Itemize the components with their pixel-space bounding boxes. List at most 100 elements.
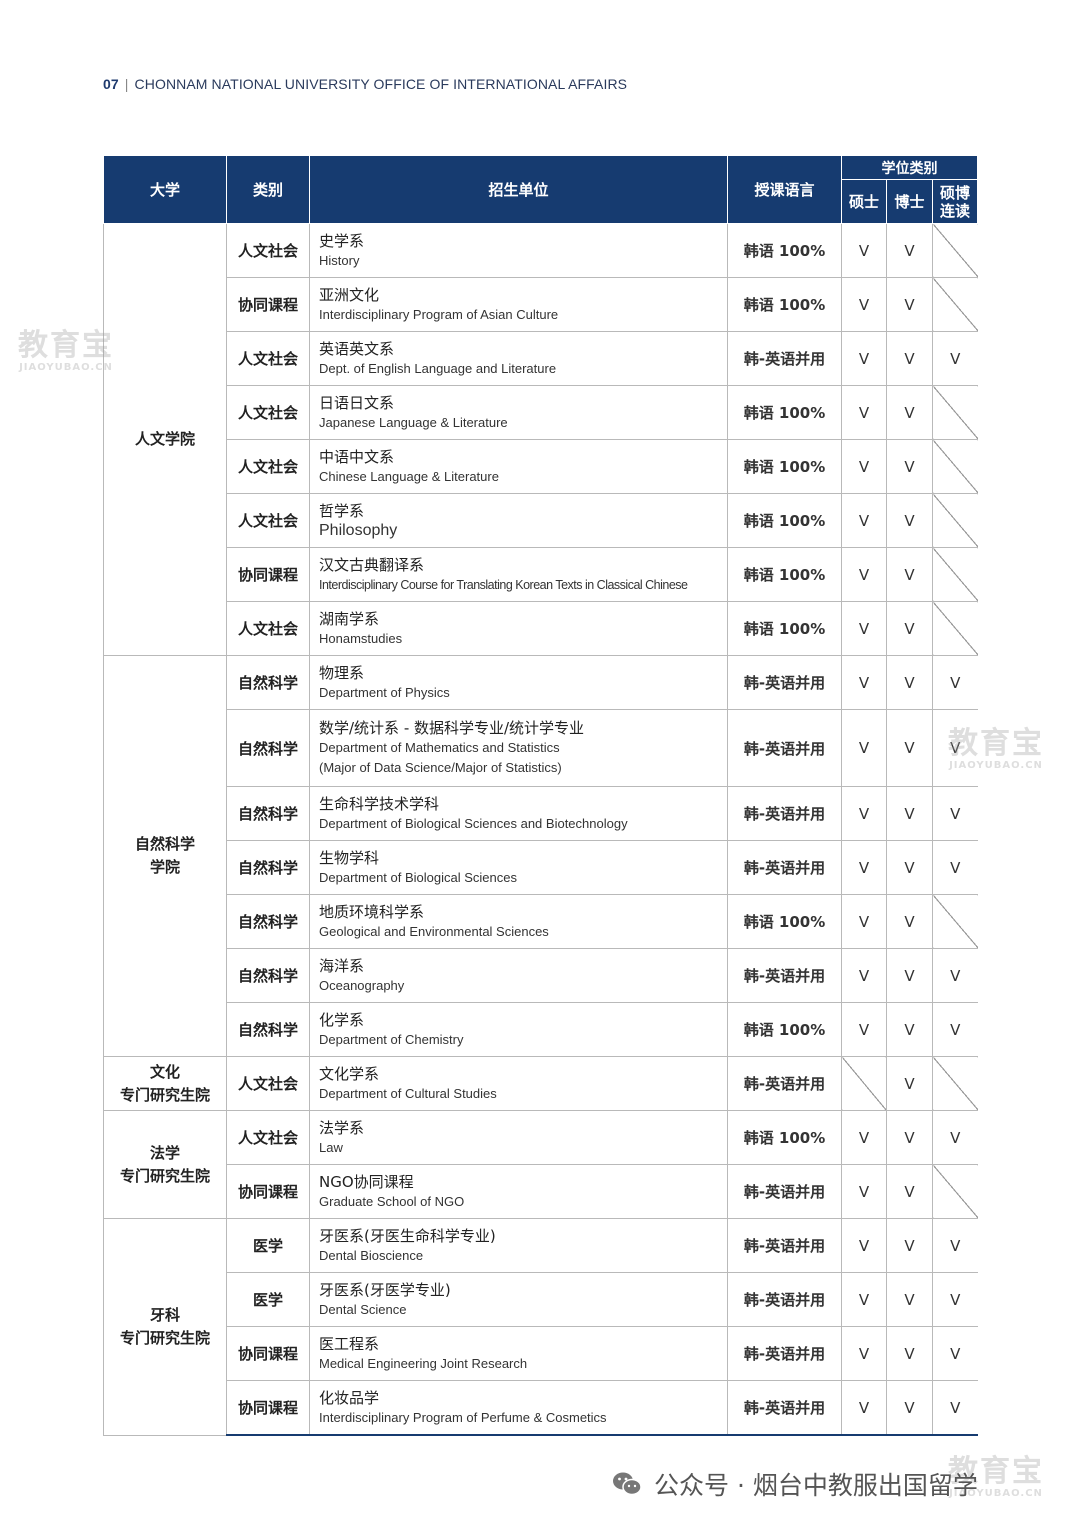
language-cell: 韩-英语并用: [727, 786, 842, 841]
table-row: 医学 牙医系(牙医学专业) Dental Science 韩-英语并用 V V V: [104, 1272, 978, 1327]
doctor-check: V: [886, 385, 933, 440]
unit-name-en: Law: [319, 1139, 343, 1155]
category-label: 人文社会: [226, 493, 310, 548]
combined-check: V: [932, 1218, 978, 1273]
category-label: 人文社会: [226, 223, 310, 278]
unit-cell: 中语中文系 Chinese Language & Literature: [309, 439, 728, 494]
unit-cell: 法学系 Law: [309, 1110, 728, 1165]
table-row: 牙科 专门研究生院 医学 牙医系(牙医生命科学专业) Dental Bioscienc…: [103, 1218, 978, 1436]
unit-cell: 汉文古典翻译系 Interdisciplinary Course for Tran…: [309, 547, 728, 602]
unit-cell: 亚洲文化 Interdisciplinary Program of Asian C…: [309, 277, 728, 332]
category-label: 人文社会: [226, 331, 310, 386]
unit-name-en: History: [319, 252, 360, 268]
table-row: 协同课程 医工程系 Medical Engineering Joint Resear…: [104, 1326, 978, 1381]
unit-name-cn: 英语英文系: [319, 339, 395, 358]
master-check: V: [841, 385, 887, 440]
unit-cell: 化学系 Department of Chemistry: [309, 1002, 728, 1057]
language-cell: 韩-英语并用: [727, 1218, 842, 1273]
table-row: 人文社会 日语日文系 Japanese Language & Literature 韩…: [104, 385, 978, 440]
unit-cell: 生命科学技术学科 Department of Biological Science…: [309, 786, 728, 841]
table-row: 人文社会 哲学系 Philosophy 韩语 100% V V: [104, 493, 978, 548]
university-name: 法学 专门研究生院: [103, 1110, 227, 1219]
language-cell: 韩-英语并用: [727, 1056, 842, 1111]
master-check: V: [841, 1002, 887, 1057]
watermark: 教育宝 JIAOYUBAO.CN: [18, 328, 114, 374]
unit-name-cn: 中语中文系: [319, 447, 395, 466]
unit-cell: 日语日文系 Japanese Language & Literature: [309, 385, 728, 440]
combined-check: [932, 547, 978, 602]
unit-name-cn: 日语日文系: [319, 393, 395, 412]
category-label: 协同课程: [226, 1326, 310, 1381]
unit-name-cn: 地质环境科学系: [319, 902, 425, 921]
table-row: 自然科学 生命科学技术学科 Department of Biological Sci…: [104, 786, 978, 841]
combined-check: V: [932, 948, 978, 1003]
unit-cell: 牙医系(牙医学专业) Dental Science: [309, 1272, 728, 1327]
table-row: 自然科学 地质环境科学系 Geological and Environmental …: [104, 894, 978, 949]
master-check: V: [841, 948, 887, 1003]
table-row: 自然科学 数学/统计系 - 数据科学专业/统计学专业 Department of M…: [104, 709, 978, 787]
header-unit: 招生单位: [309, 155, 728, 224]
page-header: 07 | CHONNAM NATIONAL UNIVERSITY OFFICE OF…: [103, 76, 627, 92]
master-check: V: [841, 223, 887, 278]
category-label: 自然科学: [226, 786, 310, 841]
unit-name-cn: 牙医系(牙医生命科学专业): [319, 1226, 496, 1245]
unit-name-en: Department of Biological Sciences: [319, 869, 517, 885]
combined-check: V: [932, 1002, 978, 1057]
unit-name-cn: NGO协同课程: [319, 1172, 414, 1191]
combined-check: V: [932, 655, 978, 710]
header-university: 大学: [103, 155, 227, 224]
unit-cell: 海洋系 Oceanography: [309, 948, 728, 1003]
table-row: 自然科学 学院 自然科学 物理系 Department of Physics 韩-英语并…: [103, 655, 978, 1057]
unit-name-en: Interdisciplinary Course for Translating…: [319, 577, 688, 592]
unit-name-cn: 医工程系: [319, 1334, 380, 1353]
master-check: V: [841, 1380, 887, 1436]
table-row: 人文社会 中语中文系 Chinese Language & Literature 韩语…: [104, 439, 978, 494]
table-row: 自然科学 海洋系 Oceanography 韩-英语并用 V V V: [104, 948, 978, 1003]
admissions-table: 大学 类别 招生单位 授课语言 学位类别 硕士 博士 硕博 连读 人文学院 人文社…: [103, 155, 978, 1436]
master-check: V: [841, 277, 887, 332]
table-row: 人文社会 英语英文系 Dept. of English Language and L…: [104, 331, 978, 386]
unit-cell: 牙医系(牙医生命科学专业) Dental Bioscience: [309, 1218, 728, 1273]
doctor-check: V: [886, 331, 933, 386]
combined-check: [932, 493, 978, 548]
category-label: 人文社会: [226, 1056, 310, 1111]
unit-cell: 生物学科 Department of Biological Sciences: [309, 840, 728, 895]
combined-check: [932, 894, 978, 949]
language-cell: 韩语 100%: [727, 277, 842, 332]
unit-name-en: Department of Biological Sciences and Bi…: [319, 815, 628, 831]
category-label: 协同课程: [226, 277, 310, 332]
unit-name-cn: 生物学科: [319, 848, 380, 867]
table-row: 协同课程 汉文古典翻译系 Interdisciplinary Course for …: [104, 547, 978, 602]
master-check: V: [841, 840, 887, 895]
combined-check: [932, 1056, 978, 1111]
doctor-check: V: [886, 1164, 933, 1219]
unit-name-cn: 物理系: [319, 663, 365, 682]
header-combined: 硕博 连读: [932, 179, 978, 224]
language-cell: 韩语 100%: [727, 493, 842, 548]
unit-name-cn: 哲学系: [319, 501, 365, 520]
language-cell: 韩语 100%: [727, 894, 842, 949]
language-cell: 韩-英语并用: [727, 331, 842, 386]
master-check: V: [841, 655, 887, 710]
unit-name-en: Dental Bioscience: [319, 1247, 424, 1263]
master-check: V: [841, 894, 887, 949]
header-title: CHONNAM NATIONAL UNIVERSITY OFFICE OF IN…: [134, 76, 628, 92]
unit-cell: 文化学系 Department of Cultural Studies: [309, 1056, 728, 1111]
table-row: 人文社会 湖南学系 Honamstudies 韩语 100% V V: [104, 601, 978, 656]
table-row: 人文学院 人文社会 史学系 History 韩语 100% V V: [103, 223, 978, 656]
unit-name-cn: 海洋系: [319, 956, 365, 975]
university-name: 自然科学 学院: [103, 655, 227, 1057]
header-degree-group: 学位类别: [841, 155, 978, 180]
unit-name-cn: 湖南学系: [319, 609, 380, 628]
doctor-check: V: [886, 601, 933, 656]
table-row: 协同课程 亚洲文化 Interdisciplinary Program of Asi…: [104, 277, 978, 332]
master-check: V: [841, 786, 887, 841]
category-label: 协同课程: [226, 1380, 310, 1436]
university-name: 文化 专门研究生院: [103, 1056, 227, 1111]
master-check: V: [841, 709, 887, 787]
master-check: [841, 1056, 887, 1111]
unit-name-en-extra: (Major of Data Science/Major of Statisti…: [319, 760, 562, 775]
combined-check: [932, 1164, 978, 1219]
doctor-check: V: [886, 493, 933, 548]
table-row: 自然科学 生物学科 Department of Biological Science…: [104, 840, 978, 895]
